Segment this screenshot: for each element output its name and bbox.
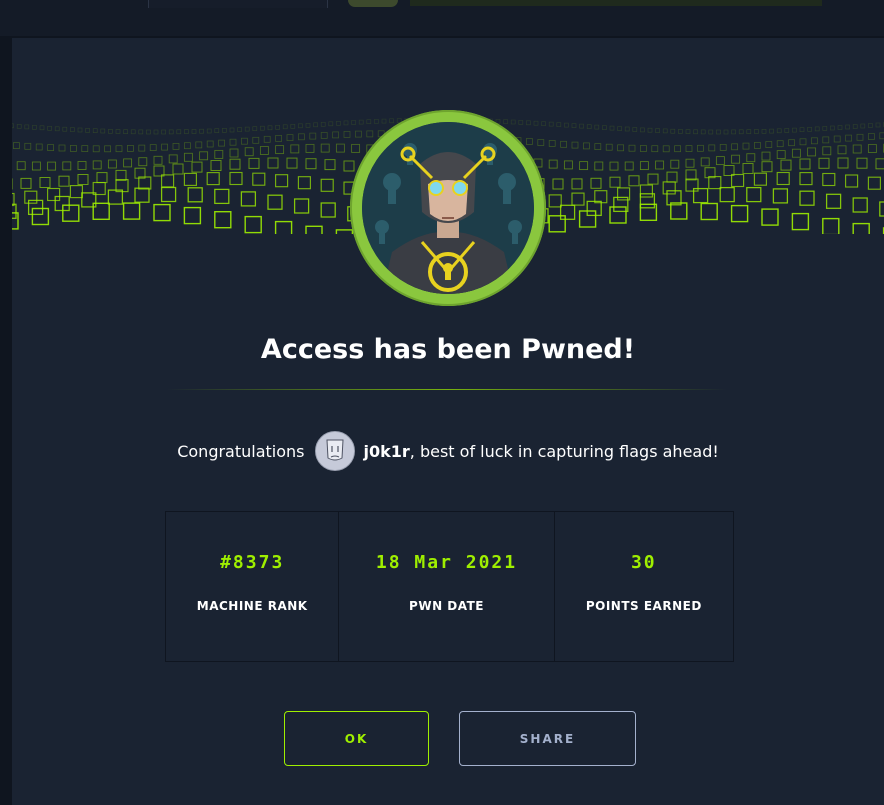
keyhole-hero-icon xyxy=(362,122,534,294)
stat-value: #8373 xyxy=(220,552,285,573)
share-button[interactable]: SHARE xyxy=(459,711,636,766)
stat-label: PWN DATE xyxy=(409,599,484,613)
stat-pwn-date: 18 Mar 2021 PWN DATE xyxy=(339,512,555,661)
stat-label: MACHINE RANK xyxy=(196,599,308,613)
pwned-modal: Access has been Pwned! Congratulations j… xyxy=(12,38,884,805)
ok-button[interactable]: OK xyxy=(284,711,429,766)
machine-avatar xyxy=(350,110,546,306)
congrats-line: Congratulations j0k1r , best of luck in … xyxy=(12,431,884,471)
stat-label: POINTS EARNED xyxy=(585,599,702,613)
background-strip xyxy=(410,0,822,6)
stat-value: 18 Mar 2021 xyxy=(375,552,518,573)
congrats-prefix: Congratulations xyxy=(177,441,305,461)
background-app-header xyxy=(0,0,884,36)
stats-panel: #8373 MACHINE RANK 18 Mar 2021 PWN DATE … xyxy=(165,511,734,662)
congrats-suffix: , best of luck in capturing flags ahead! xyxy=(409,441,719,461)
username[interactable]: j0k1r xyxy=(364,442,410,461)
stat-value: 30 xyxy=(630,552,657,573)
title-divider xyxy=(167,389,727,390)
background-thumbnail xyxy=(348,0,398,7)
background-tab xyxy=(148,0,328,8)
user-avatar[interactable] xyxy=(314,431,355,471)
stat-machine-rank: #8373 MACHINE RANK xyxy=(166,512,340,661)
modal-title: Access has been Pwned! xyxy=(260,334,636,365)
stat-points-earned: 30 POINTS EARNED xyxy=(555,512,733,661)
